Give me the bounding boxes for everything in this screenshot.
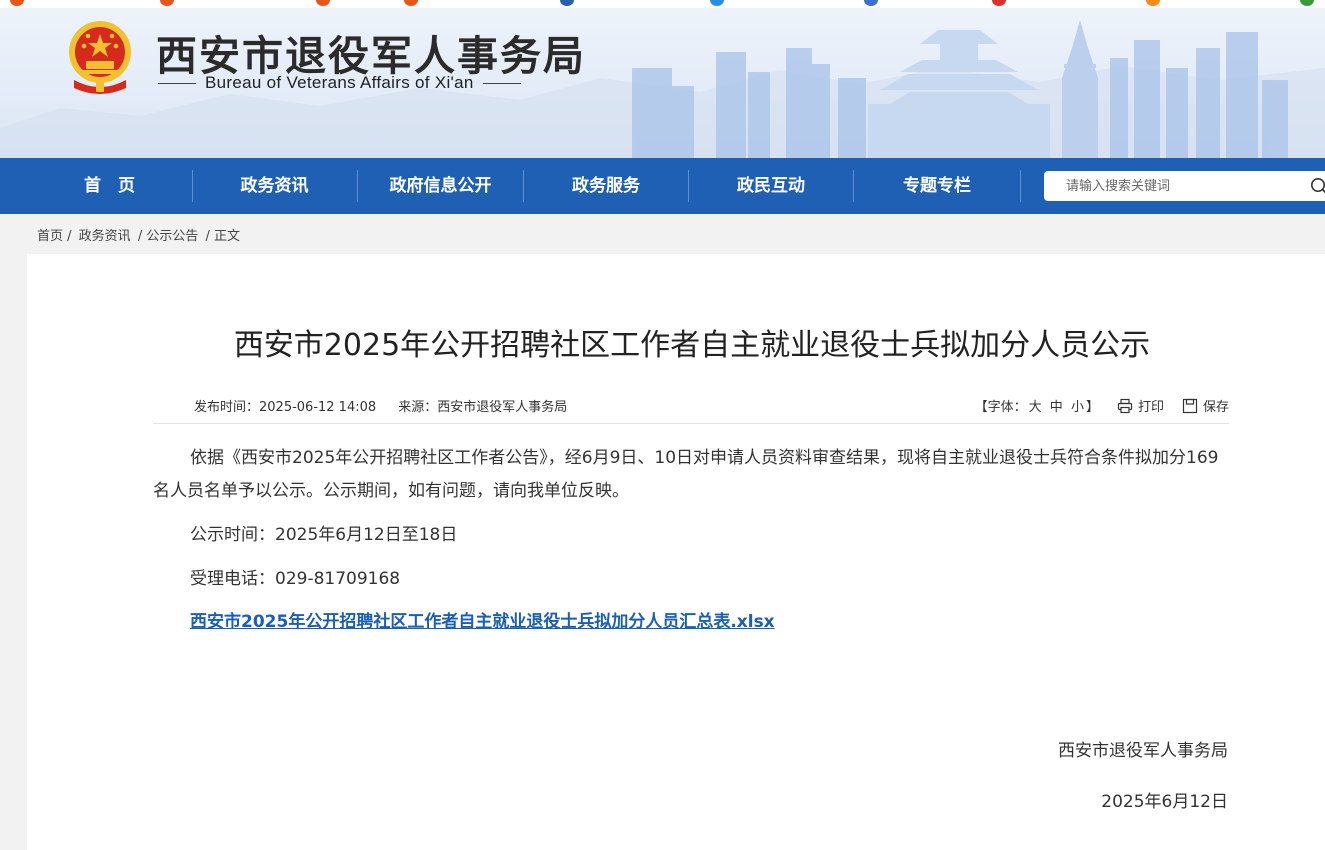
article-signature: 西安市退役军人事务局 2025年6月12日 (1058, 740, 1228, 813)
article-source: 来源：西安市退役军人事务局 (398, 400, 568, 415)
divider (482, 82, 521, 84)
font-size-medium[interactable]: 中 (1050, 400, 1063, 415)
breadcrumb-news[interactable]: 政务资讯 (79, 229, 131, 244)
main-nav: 首 页 政务资讯 政府信息公开 政务服务 政民互动 专题专栏 (0, 158, 1325, 214)
nav-government-information[interactable]: 政府信息公开 (358, 158, 523, 214)
font-size-small[interactable]: 小 (1071, 400, 1084, 415)
bookmark-icon[interactable] (1300, 0, 1314, 6)
site-subtitle: Bureau of Veterans Affairs of Xi'an (158, 72, 578, 94)
save-label: 保存 (1202, 400, 1229, 415)
bookmark-icon[interactable] (560, 0, 574, 6)
print-button[interactable]: 打印 (1117, 396, 1164, 415)
breadcrumb-home[interactable]: 首页 / (37, 229, 72, 244)
bookmark-icon[interactable] (710, 0, 724, 6)
site-header: 西安市退役军人事务局 Bureau of Veterans Affairs of… (0, 8, 1325, 158)
publish-time: 发布时间：2025-06-12 14:08 (194, 400, 377, 415)
paragraph-contact-phone: 受理电话：029-81709168 (190, 569, 401, 589)
search-input[interactable] (1044, 171, 1294, 201)
nav-government-news[interactable]: 政务资讯 (193, 158, 356, 214)
nav-special-topics[interactable]: 专题专栏 (854, 158, 1020, 214)
divider (158, 82, 196, 84)
nav-interaction[interactable]: 政民互动 (689, 158, 853, 214)
bookmark-icon[interactable] (316, 0, 330, 6)
article-tools: 【字体：大 中 小】 打印 保存 (975, 396, 1229, 415)
print-label: 打印 (1137, 400, 1164, 415)
bookmark-icon[interactable] (10, 0, 24, 6)
breadcrumb-current: / 正文 (205, 229, 240, 244)
paragraph-notice-period: 公示时间：2025年6月12日至18日 (190, 525, 458, 545)
search-icon[interactable] (1310, 177, 1325, 195)
national-emblem-icon (69, 21, 131, 94)
paragraph-intro: 依据《西安市2025年公开招聘社区工作者公告》，经6月9日、10日对申请人员资料… (153, 448, 1219, 501)
signature-date: 2025年6月12日 (1101, 792, 1228, 812)
bookmark-icon[interactable] (404, 0, 418, 6)
divider (1020, 170, 1021, 202)
bookmark-icon[interactable] (864, 0, 878, 6)
article-meta-info: 发布时间：2025-06-12 14:08 来源：西安市退役军人事务局 (194, 396, 585, 415)
search-box (1044, 171, 1325, 201)
nav-home[interactable]: 首 页 (28, 158, 191, 214)
bookmark-icon[interactable] (160, 0, 174, 6)
article-container: 西安市2025年公开招聘社区工作者自主就业退役士兵拟加分人员公示 发布时间：20… (27, 254, 1325, 850)
article-meta: 发布时间：2025-06-12 14:08 来源：西安市退役军人事务局 【字体：… (153, 394, 1229, 424)
signature-organization: 西安市退役军人事务局 (1058, 741, 1228, 761)
font-size-switcher: 【字体：大 中 小】 (975, 396, 1099, 415)
save-button[interactable]: 保存 (1182, 396, 1229, 415)
save-icon (1182, 398, 1198, 413)
breadcrumb-notices[interactable]: / 公示公告 (138, 229, 199, 244)
nav-government-services[interactable]: 政务服务 (524, 158, 688, 214)
attachment-link[interactable]: 西安市2025年公开招聘社区工作者自主就业退役士兵拟加分人员汇总表.xlsx (190, 606, 1229, 639)
font-size-large[interactable]: 大 (1029, 400, 1042, 415)
print-icon (1117, 398, 1133, 413)
bookmarks-bar (0, 0, 1325, 8)
bookmark-icon[interactable] (1146, 0, 1160, 6)
font-size-label-end: 】 (1085, 400, 1099, 415)
font-size-label: 【字体： (974, 400, 1027, 415)
breadcrumb: 首页 / 政务资讯 / 公示公告 / 正文 (37, 225, 243, 244)
site-subtitle-text: Bureau of Veterans Affairs of Xi'an (205, 73, 474, 92)
article-body: 依据《西安市2025年公开招聘社区工作者公告》，经6月9日、10日对申请人员资料… (153, 442, 1229, 639)
bookmark-icon[interactable] (992, 0, 1006, 6)
article-title: 西安市2025年公开招聘社区工作者自主就业退役士兵拟加分人员公示 (233, 328, 1151, 363)
